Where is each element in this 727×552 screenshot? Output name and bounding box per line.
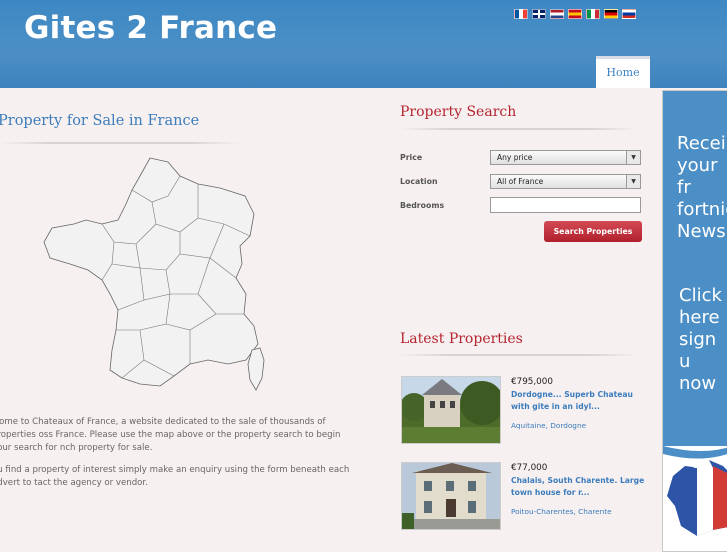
france-map[interactable] bbox=[40, 154, 270, 396]
location-select[interactable]: All of France ▼ bbox=[490, 174, 641, 189]
property-thumbnail[interactable] bbox=[401, 462, 501, 530]
german-flag-icon[interactable] bbox=[604, 9, 618, 19]
price-select[interactable]: Any price ▼ bbox=[490, 150, 641, 165]
newsletter-banner[interactable]: Recei your fr fortnigh Newsle Click here… bbox=[662, 90, 727, 552]
location-select-value: All of France bbox=[497, 177, 544, 186]
french-flag-icon[interactable] bbox=[514, 9, 528, 19]
price-select-value: Any price bbox=[497, 153, 533, 162]
signup-text-line: Click here sign u now bbox=[679, 285, 722, 394]
bedrooms-input[interactable] bbox=[490, 197, 641, 213]
search-properties-button[interactable]: Search Properties bbox=[544, 221, 642, 242]
bedrooms-label: Bedrooms bbox=[400, 201, 445, 210]
language-flags bbox=[514, 9, 636, 19]
spanish-flag-icon[interactable] bbox=[568, 9, 582, 19]
property-location-link[interactable]: Poitou-Charentes, Charente bbox=[511, 507, 612, 516]
property-price: €795,000 bbox=[511, 377, 553, 387]
russian-flag-icon[interactable] bbox=[622, 9, 636, 19]
nav-home-tab[interactable]: Home bbox=[596, 56, 650, 88]
site-header: Gites 2 France Home bbox=[0, 0, 727, 88]
location-label: Location bbox=[400, 177, 438, 186]
title-divider bbox=[0, 142, 240, 144]
dutch-flag-icon[interactable] bbox=[550, 9, 564, 19]
property-thumbnail[interactable] bbox=[401, 376, 501, 444]
property-location-link[interactable]: Aquitaine, Dordogne bbox=[511, 421, 586, 430]
search-divider bbox=[398, 128, 638, 130]
property-title-link[interactable]: Dordogne... Superb Chateau with gite in … bbox=[511, 389, 646, 413]
chevron-down-icon: ▼ bbox=[626, 151, 640, 164]
france-map-outline bbox=[43, 157, 259, 387]
uk-flag-icon[interactable] bbox=[532, 9, 546, 19]
signup-text[interactable]: Click here sign u now bbox=[663, 285, 727, 395]
property-price: €77,000 bbox=[511, 463, 548, 473]
page-title: Property for Sale in France bbox=[0, 113, 200, 129]
intro-paragraph: lcome to Chateaux of France, a website d… bbox=[0, 417, 341, 453]
latest-properties-title: Latest Properties bbox=[400, 331, 523, 347]
latest-divider bbox=[398, 354, 638, 356]
italian-flag-icon[interactable] bbox=[586, 9, 600, 19]
site-logo[interactable]: Gites 2 France bbox=[24, 10, 277, 46]
enquiry-paragraph: ou find a property of interest simply ma… bbox=[0, 465, 350, 488]
property-search-title: Property Search bbox=[400, 104, 517, 120]
newsletter-text: Recei your fr fortnigh Newsle bbox=[663, 133, 727, 243]
corsica-outline bbox=[247, 347, 265, 391]
banner-footer bbox=[663, 446, 727, 551]
newsletter-text-line: Recei your fr fortnigh Newsle bbox=[677, 133, 727, 242]
chevron-down-icon: ▼ bbox=[626, 175, 640, 188]
price-label: Price bbox=[400, 153, 423, 162]
property-title-link[interactable]: Chalais, South Charente. Large town hous… bbox=[511, 475, 646, 499]
